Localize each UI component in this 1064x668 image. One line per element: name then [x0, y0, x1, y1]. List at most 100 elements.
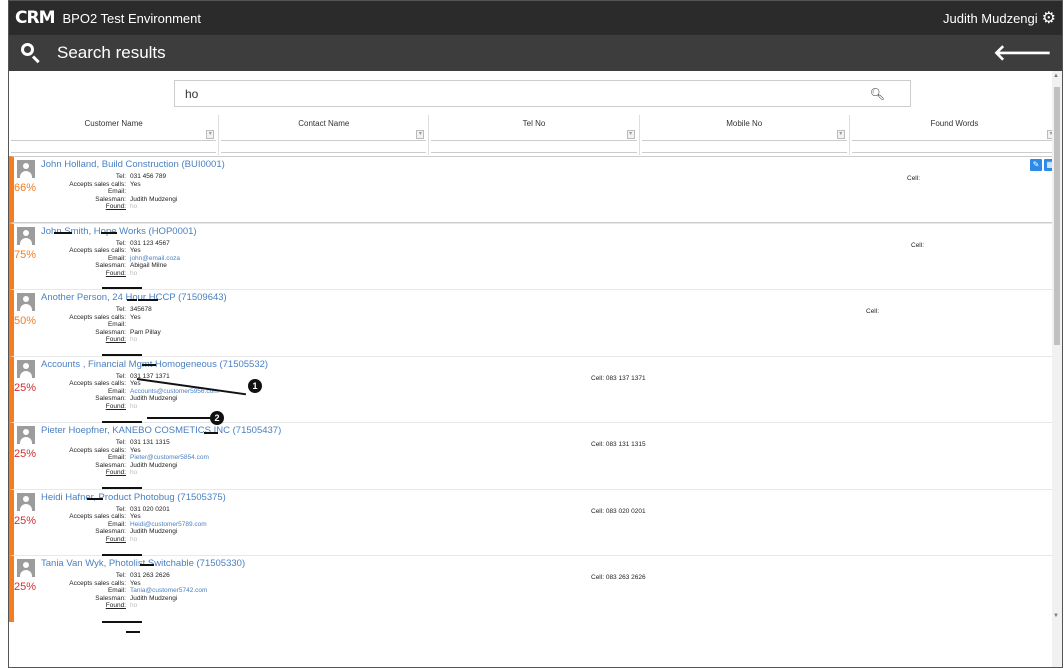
result-card[interactable]: John Holland, Build Construction (BUI000…: [9, 156, 1059, 223]
salesman-label: Salesman:: [95, 594, 126, 602]
found-label: Found:: [105, 535, 126, 543]
tel-value: 345678: [130, 306, 152, 313]
salesman-value: Judith Mudzengi: [130, 395, 178, 402]
cell-info: Cell: 083 131 1315: [591, 441, 646, 448]
underline-mark: [204, 432, 218, 434]
scroll-up-icon[interactable]: ▲: [1053, 73, 1059, 79]
column-filter[interactable]: ▾: [221, 127, 427, 141]
found-label: Found:: [105, 469, 126, 476]
cell-label: Cell:: [591, 374, 605, 382]
cell-label: Cell:: [591, 507, 605, 515]
accepts-label: Accepts sales calls:: [69, 446, 126, 454]
column-tel-no[interactable]: Tel No ▾: [429, 115, 640, 155]
result-card[interactable]: Pieter Hoepfner, KANEBO COSMETICS INC (7…: [9, 422, 1059, 489]
email-link[interactable]: john@email.coza: [130, 255, 180, 263]
email-label: Email:: [107, 454, 126, 461]
page-title: Search results: [57, 43, 166, 62]
salesman-label: Salesman:: [95, 461, 126, 469]
match-score: 25%: [14, 581, 37, 593]
result-card[interactable]: Accounts , Financial Mgmt Homogeneous (7…: [9, 355, 1059, 422]
column-filter[interactable]: ▾: [851, 127, 1058, 141]
salesman-value: Judith Mudzengi: [130, 461, 178, 469]
email-link[interactable]: Tania@customer5742.com: [130, 587, 207, 595]
found-value: ho: [130, 535, 138, 543]
accepts-label: Accepts sales calls:: [69, 380, 126, 387]
customer-details: Tel: 031 131 1315 Accepts sales calls: Yes…: [44, 439, 209, 477]
underline-mark: [102, 554, 142, 556]
tel-label: Tel:: [115, 505, 126, 513]
cell-label: Cell:: [911, 241, 925, 249]
match-score: 25%: [14, 448, 37, 460]
cell-value: 083 131 1315: [605, 441, 646, 448]
email-link[interactable]: Heidi@customer5789.com: [130, 521, 207, 529]
search-icon[interactable]: 🔍︎: [870, 87, 885, 101]
avatar: [17, 426, 35, 444]
underline-mark: [102, 621, 142, 623]
column-headers: Customer Name ▾ Contact Name ▾ Tel No ▾ Mob…: [9, 115, 1059, 155]
salesman-value: Abigail Milne: [130, 262, 167, 269]
top-bar: CRM BPO2 Test Environment Judith Mudzeng…: [9, 1, 1062, 35]
user-name[interactable]: Judith Mudzengi: [943, 11, 1038, 26]
tel-label: Tel:: [115, 306, 126, 313]
edit-icon[interactable]: ✎: [1030, 159, 1042, 171]
main-content: 🔍︎ Customer Name▾ Contact Name▾ Tel No▾ …: [9, 71, 1059, 667]
customer-link[interactable]: John Smith, Hope Works (HOP0001): [41, 226, 197, 237]
column-contact-name[interactable]: Contact Name ▾: [219, 115, 430, 155]
salesman-value: Judith Mudzengi: [130, 195, 178, 203]
cell-value: 083 137 1371: [605, 374, 646, 382]
callout-marker-1: 1: [248, 379, 262, 393]
salesman-label: Salesman:: [95, 262, 126, 269]
search-field[interactable]: 🔍︎: [174, 80, 911, 107]
gear-icon[interactable]: ⚙: [1042, 8, 1056, 28]
cell-label: Cell:: [591, 441, 605, 448]
column-filter[interactable]: ▾: [431, 127, 637, 141]
search-icon[interactable]: [19, 41, 43, 65]
underline-mark: [101, 232, 117, 234]
email-link[interactable]: Pieter@customer5854.com: [130, 454, 209, 462]
result-card[interactable]: Heidi Hafner, Product Photobug (71505375…: [9, 488, 1059, 555]
column-found-words[interactable]: Found Words ▾: [850, 115, 1059, 155]
avatar: [17, 160, 35, 178]
result-card[interactable]: Tania Van Wyk, Photolist Switchable (715…: [9, 555, 1059, 622]
underline-mark: [138, 299, 158, 301]
avatar: [17, 559, 35, 577]
found-label: Found:: [105, 203, 126, 210]
accepts-value: Yes: [130, 579, 141, 587]
column-filter[interactable]: ▾: [641, 127, 847, 141]
scroll-thumb[interactable]: [1054, 87, 1060, 345]
customer-details: Tel: 031 456 789 Accepts sales calls: Yes …: [44, 173, 177, 211]
tel-value: 031 263 2626: [130, 572, 170, 579]
column-mobile-no[interactable]: Mobile No ▾: [640, 115, 850, 155]
customer-link[interactable]: Pieter Hoepfner, KANEBO COSMETICS INC (7…: [41, 425, 281, 436]
cell-label: Cell:: [907, 175, 921, 182]
salesman-label: Salesman:: [95, 395, 126, 402]
tel-label: Tel:: [115, 173, 126, 180]
tel-value: 031 456 789: [130, 173, 167, 180]
avatar: [17, 492, 35, 511]
cell-label: Cell:: [866, 308, 880, 315]
customer-link[interactable]: Heidi Hafner, Product Photobug (71505375…: [41, 492, 226, 503]
tel-value: 031 020 0201: [130, 505, 170, 513]
scroll-down-icon[interactable]: ▼: [1053, 613, 1059, 619]
vertical-scrollbar[interactable]: ▲ ▼: [1052, 71, 1062, 667]
tel-label: Tel:: [115, 572, 126, 579]
column-customer-name[interactable]: Customer Name ▾: [9, 115, 220, 155]
customer-details: Tel: 031 137 1371 Accepts sales calls: Yes…: [44, 373, 218, 411]
email-label: Email:: [107, 587, 126, 594]
underline-mark: [102, 287, 142, 289]
underline-mark: [102, 487, 142, 489]
found-value: ho: [130, 269, 138, 277]
accepts-value: Yes: [130, 380, 141, 387]
accepts-value: Yes: [130, 313, 141, 321]
found-value: ho: [130, 336, 138, 343]
arrow-left-icon[interactable]: 🡐: [993, 40, 1052, 66]
customer-link[interactable]: Another Person, 24 Hour HCCP (71509643): [41, 292, 227, 303]
result-card[interactable]: John Smith, Hope Works (HOP0001) 75% Tel…: [9, 222, 1059, 289]
salesman-label: Salesman:: [95, 528, 126, 535]
column-filter[interactable]: ▾: [11, 127, 217, 141]
search-input[interactable]: [185, 86, 870, 101]
cell-info: Cell: 083 137 1371: [591, 375, 646, 382]
customer-link[interactable]: John Holland, Build Construction (BUI000…: [41, 159, 225, 170]
found-value: ho: [130, 469, 138, 476]
result-card[interactable]: Another Person, 24 Hour HCCP (71509643) …: [9, 289, 1059, 356]
